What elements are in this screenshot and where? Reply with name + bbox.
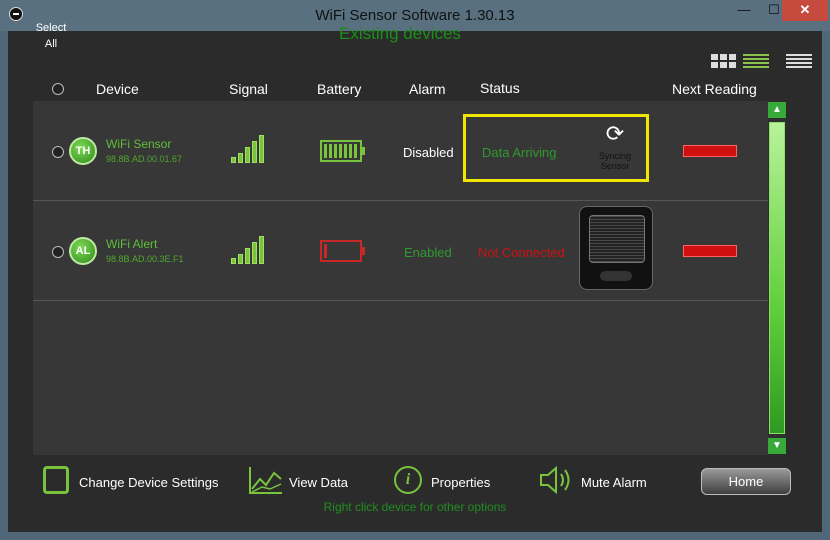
column-device: Device: [96, 81, 139, 97]
column-next-reading: Next Reading: [672, 81, 757, 97]
sync-icon[interactable]: ⟳: [604, 123, 626, 145]
properties-label: Properties: [431, 475, 491, 490]
home-button[interactable]: Home: [701, 468, 791, 495]
device-row[interactable]: [33, 101, 768, 201]
column-signal: Signal: [229, 81, 268, 97]
window-title: WiFi Sensor Software 1.30.13: [315, 7, 515, 24]
scroll-thumb[interactable]: [769, 122, 785, 434]
close-button[interactable]: ✕: [782, 0, 828, 21]
column-alarm: Alarm: [409, 81, 446, 97]
device-name: WiFi Sensor: [106, 137, 172, 151]
next-reading-bar: [683, 245, 737, 257]
device-type-badge: TH: [69, 137, 97, 165]
info-icon: i: [394, 466, 422, 494]
device-status: Data Arriving: [482, 145, 557, 160]
scroll-up-button[interactable]: ▲: [768, 102, 786, 118]
next-reading-bar: [683, 145, 737, 157]
tablet-icon: [43, 466, 69, 494]
column-battery: Battery: [317, 81, 362, 97]
select-all-label: Select All: [35, 22, 67, 50]
context-hint: Right click device for other options: [323, 500, 507, 514]
device-status: Not Connected: [478, 245, 565, 260]
detail-list-view-icon[interactable]: [743, 54, 769, 70]
view-data-label: View Data: [289, 475, 349, 490]
minimize-button[interactable]: —: [730, 0, 758, 21]
mute-alarm-label: Mute Alarm: [581, 475, 647, 490]
device-foot: [600, 271, 632, 281]
column-status: Status: [480, 80, 520, 96]
device-select-radio[interactable]: [52, 246, 64, 258]
select-all-radio[interactable]: [52, 83, 64, 95]
signal-strength-icon: [231, 236, 267, 264]
battery-full-icon: [320, 140, 365, 162]
app-window: WiFi Sensor Software 1.30.13 — ☐ ✕ Selec…: [0, 0, 830, 540]
grid-view-icon[interactable]: [711, 54, 737, 70]
device-mac: 98.8B.AD.00.3E.F1: [106, 254, 184, 264]
list-view-icon[interactable]: [786, 54, 812, 70]
alarm-device-image: [579, 206, 653, 290]
device-type-badge: AL: [69, 237, 97, 265]
device-select-radio[interactable]: [52, 146, 64, 158]
speaker-icon: [540, 465, 570, 495]
scroll-down-button[interactable]: ▼: [768, 438, 786, 454]
alarm-state: Disabled: [403, 145, 454, 160]
alarm-state: Enabled: [404, 245, 452, 260]
section-title: Existing devices: [339, 24, 461, 43]
device-row[interactable]: [33, 201, 768, 301]
vertical-scrollbar[interactable]: ▲ ▼: [768, 102, 786, 454]
device-name: WiFi Alert: [106, 237, 158, 251]
speaker-grille: [589, 215, 645, 263]
battery-low-icon: [320, 240, 365, 262]
change-device-settings-label: Change Device Settings: [79, 475, 219, 490]
signal-strength-icon: [231, 135, 267, 163]
sync-label: Syncing Sensor: [598, 151, 632, 171]
device-mac: 98.8B.AD.00.01.67: [106, 154, 183, 164]
chart-icon: [249, 467, 282, 494]
